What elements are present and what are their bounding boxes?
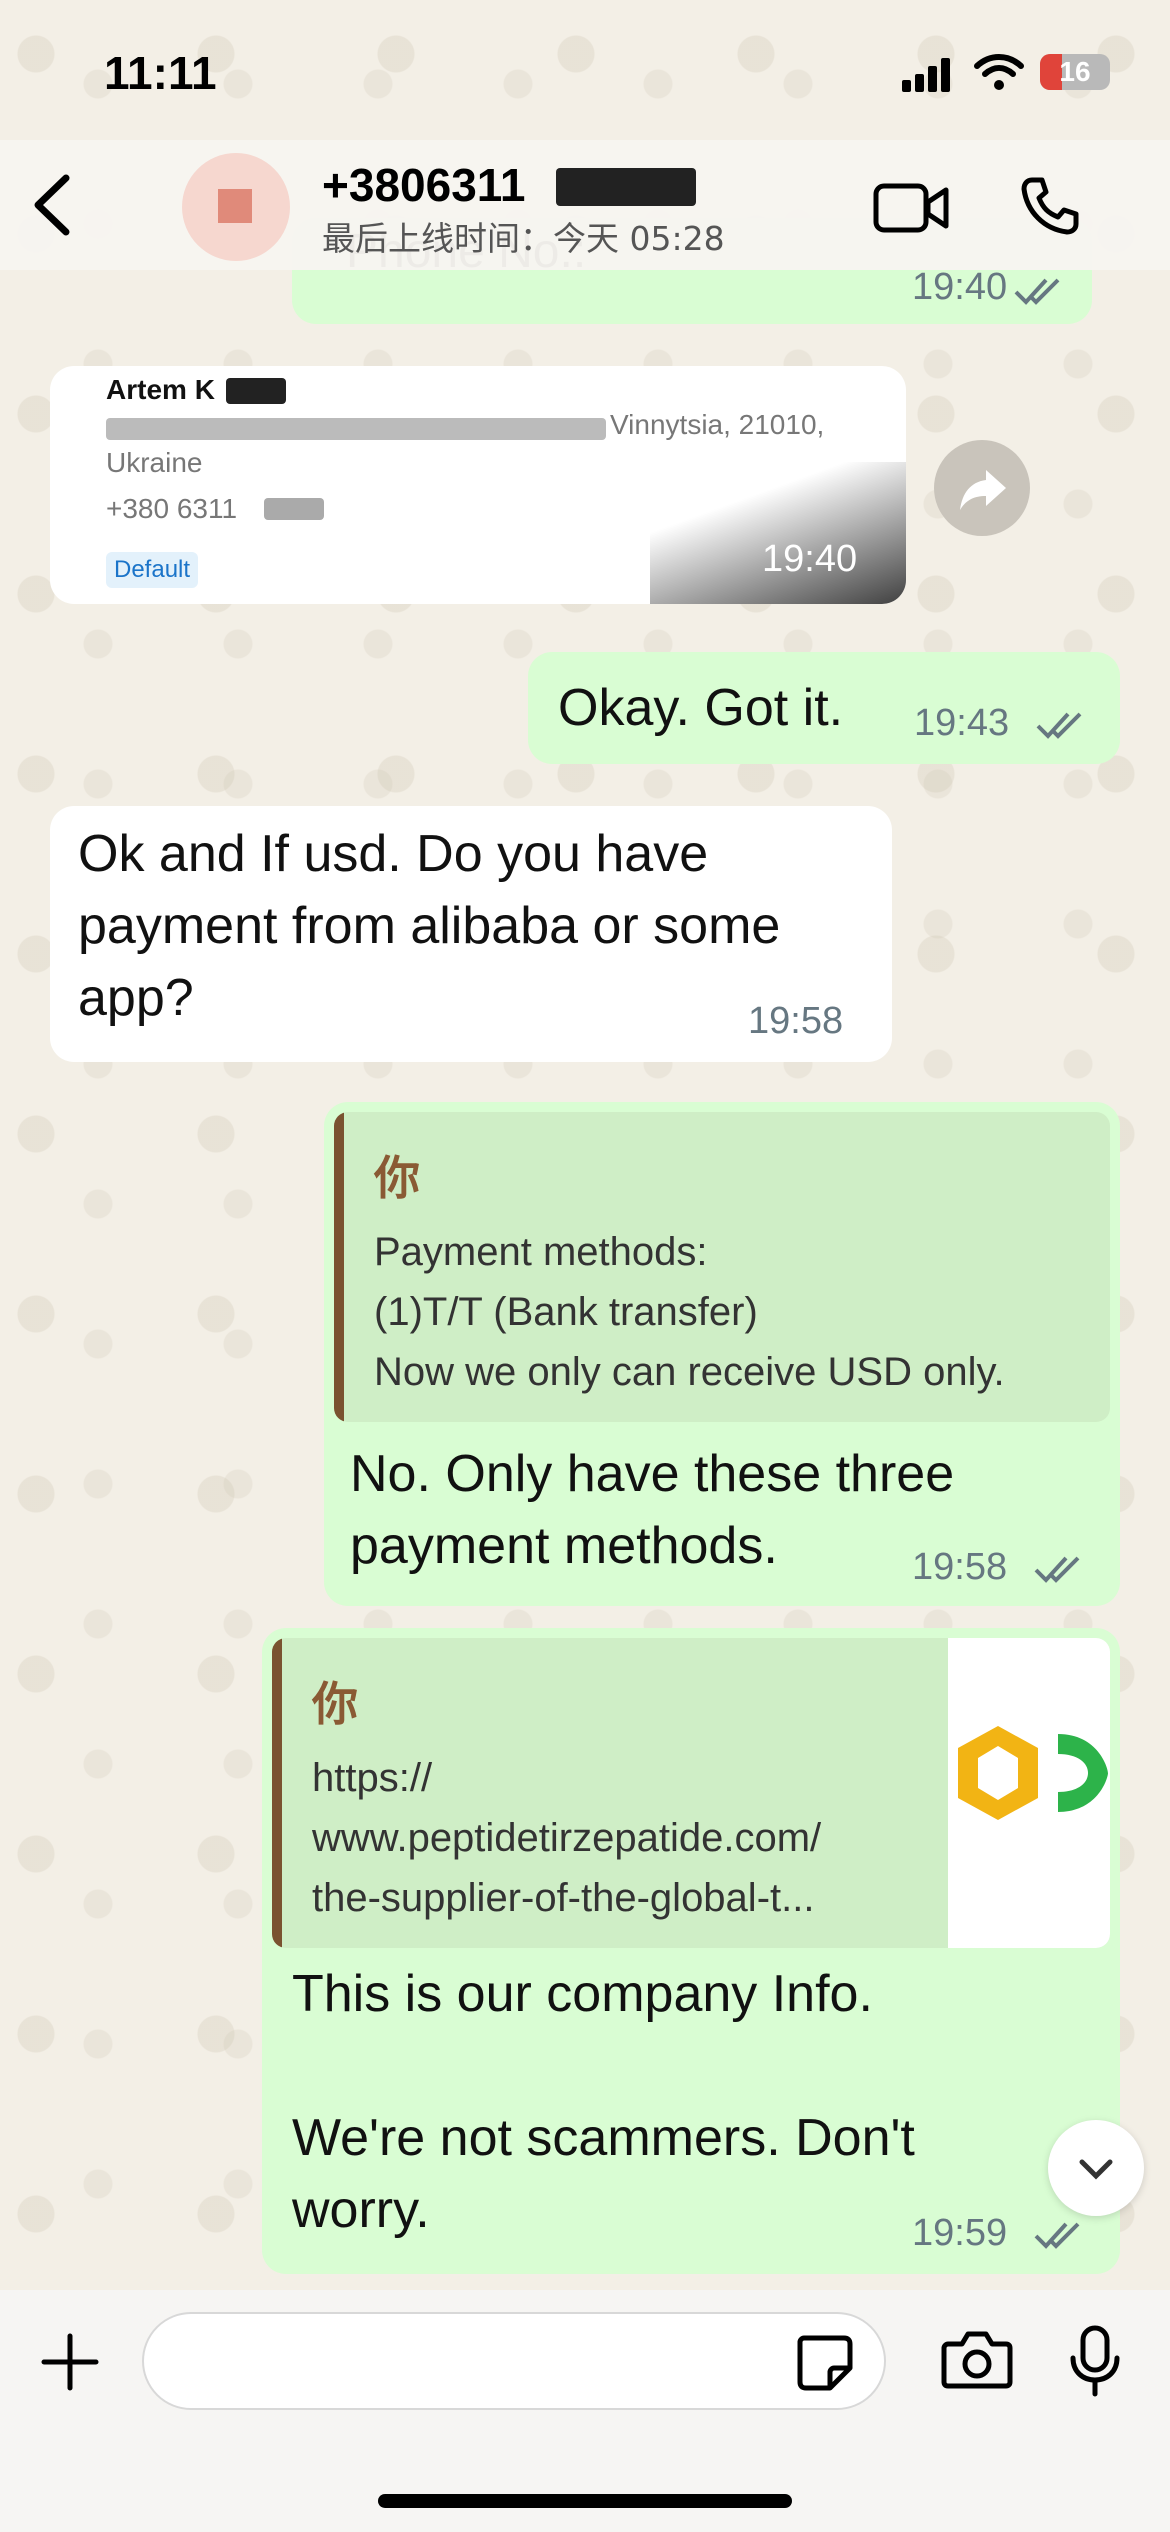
message-line: payment methods. bbox=[350, 1517, 778, 1575]
read-ticks-icon bbox=[1034, 2222, 1080, 2249]
home-indicator bbox=[378, 2494, 792, 2508]
message-text: Okay. Got it. bbox=[558, 679, 844, 737]
time-shade bbox=[650, 462, 906, 604]
link-line: www.peptidetirzepatide.com/ bbox=[312, 1816, 822, 1860]
contact-card-message[interactable]: Artem K Vinnytsia, 21010, Ukraine +380 6… bbox=[50, 366, 906, 604]
read-ticks-icon bbox=[1034, 1556, 1080, 1583]
redacted-block bbox=[556, 168, 696, 206]
message-line: We're not scammers. Don't bbox=[292, 2109, 915, 2167]
message-time: 19:40 bbox=[912, 266, 1008, 308]
microphone-icon[interactable] bbox=[1068, 2324, 1122, 2398]
read-ticks-icon bbox=[1014, 278, 1060, 305]
contact-card-address-country: Ukraine bbox=[106, 447, 203, 478]
link-thumbnail bbox=[948, 1638, 1110, 1948]
contact-card-address: Vinnytsia, 21010, bbox=[610, 409, 825, 440]
redacted-block bbox=[264, 498, 324, 520]
message-time: 19:40 bbox=[762, 538, 858, 580]
status-bar: 11:11 16 bbox=[0, 0, 1170, 140]
scroll-to-bottom-button[interactable] bbox=[1048, 2120, 1144, 2216]
quoted-message[interactable]: 你 Payment methods: (1)T/T (Bank transfer… bbox=[334, 1112, 1110, 1422]
message-time: 19:58 bbox=[912, 1546, 1008, 1588]
voice-call-icon[interactable] bbox=[1018, 174, 1082, 238]
message-time: 19:43 bbox=[914, 702, 1010, 744]
message-time: 19:59 bbox=[912, 2212, 1008, 2254]
redacted-block bbox=[106, 418, 606, 440]
quote-accent-bar bbox=[272, 1638, 282, 1948]
read-ticks-icon bbox=[1036, 712, 1082, 739]
camera-icon[interactable] bbox=[940, 2330, 1014, 2390]
quote-author: 你 bbox=[374, 1151, 420, 1205]
chat-header: +3806311 最后上线时间：今天 05:28 bbox=[0, 140, 1170, 270]
message-line: app? bbox=[78, 969, 194, 1027]
link-preview[interactable]: 你 https:// www.peptidetirzepatide.com/ t… bbox=[272, 1638, 1110, 1948]
message-line: Ok and If usd. Do you have bbox=[78, 825, 709, 883]
company-logo-icon bbox=[958, 1726, 1108, 1820]
message-input[interactable] bbox=[142, 2312, 886, 2410]
forward-button[interactable] bbox=[934, 440, 1030, 536]
message-line: payment from alibaba or some bbox=[78, 897, 781, 955]
cellular-signal-icon bbox=[902, 58, 952, 92]
battery-level: 16 bbox=[1059, 56, 1091, 87]
forward-icon bbox=[960, 470, 1006, 510]
contact-card-phone: +380 6311 bbox=[106, 493, 238, 524]
quote-accent-bar bbox=[334, 1112, 344, 1422]
message-line: worry. bbox=[292, 2181, 430, 2239]
clock: 11:11 bbox=[104, 47, 217, 99]
sticker-icon[interactable] bbox=[794, 2332, 854, 2392]
message-bubble-out-link[interactable]: 你 https:// www.peptidetirzepatide.com/ t… bbox=[262, 1628, 1120, 2274]
default-badge: Default bbox=[106, 552, 199, 588]
avatar[interactable] bbox=[182, 153, 290, 261]
quote-line: Now we only can receive USD only. bbox=[374, 1350, 1005, 1394]
message-line: No. Only have these three bbox=[350, 1445, 955, 1503]
video-call-icon[interactable] bbox=[872, 178, 952, 238]
quote-line: (1)T/T (Bank transfer) bbox=[374, 1290, 758, 1334]
last-seen-status: 最后上线时间：今天 05:28 bbox=[322, 219, 725, 258]
quote-author: 你 bbox=[312, 1677, 358, 1731]
message-line: This is our company Info. bbox=[292, 1965, 873, 2023]
quote-line: Payment methods: bbox=[374, 1230, 708, 1274]
link-line: the-supplier-of-the-global-t... bbox=[312, 1876, 815, 1920]
contact-name[interactable]: +3806311 bbox=[322, 158, 525, 212]
contact-card-name: Artem K bbox=[106, 374, 215, 405]
message-bubble-out[interactable]: Okay. Got it. 19:43 bbox=[528, 652, 1120, 764]
link-line: https:// bbox=[312, 1756, 433, 1800]
message-bubble-out-reply[interactable]: 你 Payment methods: (1)T/T (Bank transfer… bbox=[324, 1102, 1120, 1606]
chevron-down-icon bbox=[1079, 2159, 1113, 2180]
message-time: 19:58 bbox=[748, 1000, 844, 1042]
battery-icon: 16 bbox=[1040, 54, 1110, 90]
plus-icon[interactable] bbox=[38, 2330, 102, 2394]
message-bubble-in[interactable]: Ok and If usd. Do you have payment from … bbox=[50, 806, 892, 1062]
back-icon[interactable] bbox=[22, 170, 82, 240]
wifi-icon bbox=[974, 54, 1024, 90]
redacted-block bbox=[226, 378, 286, 404]
